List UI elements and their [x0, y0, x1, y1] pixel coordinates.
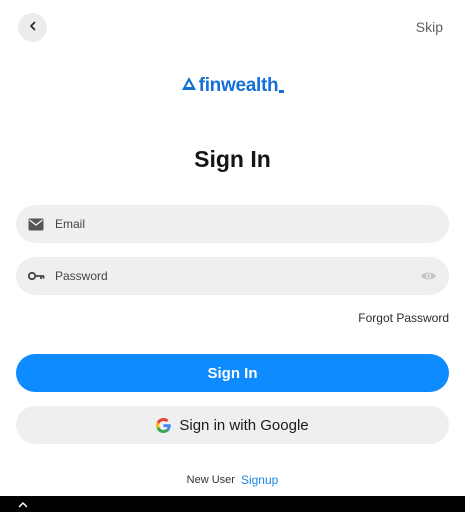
google-sign-in-button[interactable]: Sign in with Google — [16, 406, 449, 444]
mail-icon — [27, 215, 45, 233]
password-input[interactable] — [55, 269, 419, 283]
chevron-up-icon[interactable] — [18, 499, 28, 509]
sign-in-button[interactable]: Sign In — [16, 354, 449, 392]
google-button-label: Sign in with Google — [179, 416, 309, 434]
google-icon — [156, 417, 172, 433]
back-button[interactable] — [18, 13, 47, 42]
email-field[interactable] — [16, 205, 449, 243]
skip-button[interactable]: Skip — [416, 19, 443, 35]
signup-row: New User Signup — [0, 473, 465, 487]
key-icon — [27, 267, 45, 285]
brand-logo: finwealth — [0, 76, 465, 96]
page-title: Sign In — [194, 146, 271, 172]
password-field[interactable] — [16, 257, 449, 295]
logo-mark-icon — [181, 76, 197, 96]
chevron-left-icon — [27, 19, 39, 37]
sign-in-button-label: Sign In — [207, 364, 258, 382]
forgot-password-link[interactable]: Forgot Password — [358, 311, 449, 325]
new-user-label: New User — [186, 474, 235, 486]
system-nav-bar — [0, 496, 465, 512]
signup-link[interactable]: Signup — [241, 473, 278, 487]
email-input[interactable] — [55, 217, 437, 231]
logo-text: finwealth — [198, 75, 279, 96]
logo-underscore — [279, 90, 285, 93]
eye-icon[interactable] — [419, 267, 437, 285]
